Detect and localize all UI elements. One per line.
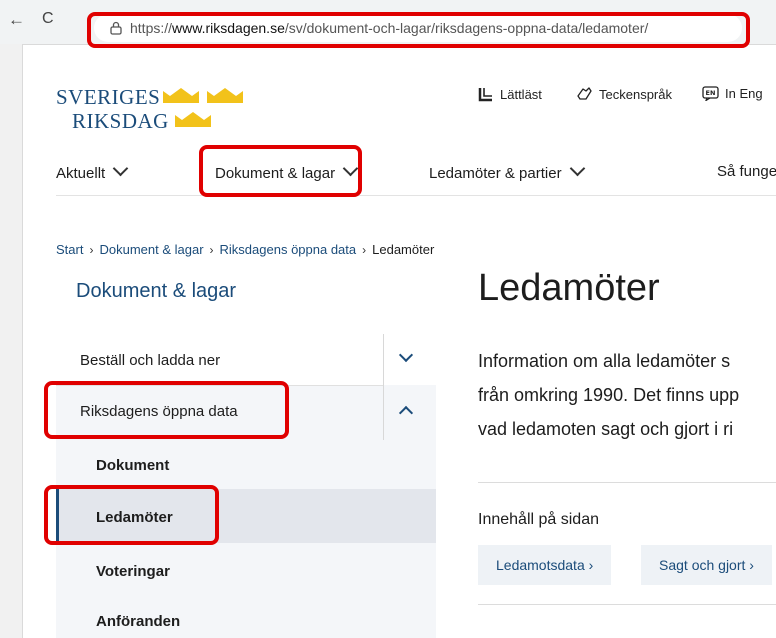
sign-language-link[interactable]: Teckenspråk (575, 86, 672, 102)
crown-icon (175, 112, 211, 127)
sidebar-divider (56, 385, 383, 386)
lead-text: Information om alla ledamöter s från omk… (478, 344, 739, 446)
nav-aktuellt-label: Aktuellt (56, 165, 106, 182)
sidebar-subitem-label: Ledamöter (96, 509, 173, 526)
content-divider (478, 604, 776, 605)
reload-button[interactable]: C (42, 10, 54, 28)
sign-language-label: Teckenspråk (599, 87, 672, 102)
breadcrumb-current: Ledamöter (372, 242, 435, 257)
lead-line: från omkring 1990. Det finns upp (478, 385, 740, 405)
easy-read-label: Lättläst (500, 87, 542, 102)
chevron-down-icon[interactable] (398, 347, 414, 363)
nav-sa-fungerar-label: Så funge (717, 163, 776, 180)
sidebar-vertical-divider (383, 334, 384, 440)
nav-aktuellt[interactable]: Aktuellt (56, 160, 129, 182)
breadcrumb-start[interactable]: Start (56, 242, 83, 257)
sidebar-subitem-label: Dokument (96, 457, 170, 474)
sidebar-item-label: Beställ och ladda ner (80, 352, 221, 369)
toc-button-ledamotsdata[interactable]: Ledamotsdata › (478, 545, 612, 585)
nav-divider (56, 195, 776, 196)
svg-text:EN: EN (706, 89, 716, 97)
lead-line: vad ledamoten sagt och gjort i ri (478, 419, 734, 439)
crowns-icon (163, 88, 243, 103)
sidebar-subitem-label: Voteringar (96, 563, 170, 580)
chevron-down-icon (112, 160, 129, 177)
language-en-icon: EN (702, 86, 719, 101)
nav-ledamoter-partier-label: Ledamöter & partier (429, 165, 562, 182)
breadcrumb-separator: › (209, 243, 214, 257)
chevron-down-icon (569, 160, 585, 177)
easy-read-icon (478, 88, 492, 102)
english-link[interactable]: EN In Eng (702, 86, 763, 101)
lead-line: Information om alla ledamöter s (478, 351, 731, 371)
page-title: Ledamöter (478, 267, 660, 309)
back-button[interactable]: ← (8, 10, 25, 30)
logo-line2: RIKSDAG (72, 109, 169, 133)
nav-dokument-lagar-label: Dokument & lagar (215, 165, 336, 182)
chevron-down-icon (342, 160, 359, 177)
web-page: SVERIGES RIKSDAG Lättläst Teckenspråk EN… (22, 44, 776, 638)
breadcrumb-separator: › (362, 243, 367, 257)
toc-button-sagt-och-gjort[interactable]: Sagt och gjort › (641, 545, 772, 585)
english-label: In Eng (725, 86, 763, 101)
toc-title: Innehåll på sidan (478, 511, 599, 528)
sidebar-active-indicator (56, 489, 59, 543)
breadcrumb-oppna-data[interactable]: Riksdagens öppna data (220, 242, 357, 257)
breadcrumb-separator: › (89, 243, 94, 257)
nav-ledamoter-partier[interactable]: Ledamöter & partier (429, 160, 585, 182)
url-host: www.riksdagen.se (172, 20, 285, 36)
lock-icon (110, 21, 122, 35)
url-text: https://www.riksdagen.se/sv/dokument-och… (130, 20, 648, 36)
address-bar[interactable]: https://www.riksdagen.se/sv/dokument-och… (94, 14, 742, 42)
sidebar-title: Dokument & lagar (76, 280, 237, 302)
breadcrumb-dokument-lagar[interactable]: Dokument & lagar (99, 242, 203, 257)
easy-read-link[interactable]: Lättläst (478, 86, 542, 102)
content-divider (478, 482, 776, 483)
sidebar-item-label: Riksdagens öppna data (80, 403, 238, 420)
browser-toolbar: ← C https://www.riksdagen.se/sv/dokument… (0, 0, 776, 44)
breadcrumb: Start › Dokument & lagar › Riksdagens öppna … (56, 242, 434, 257)
hand-icon (577, 87, 592, 100)
nav-dokument-lagar[interactable]: Dokument & lagar (215, 160, 359, 182)
url-scheme: https:// (130, 20, 173, 36)
sidebar-subitem-label: Anföranden (96, 613, 181, 630)
logo-line1: SVERIGES (56, 85, 161, 109)
nav-sa-fungerar[interactable]: Så funge (717, 163, 776, 180)
url-path: /sv/dokument-och-lagar/riksdagens-oppna-… (284, 20, 649, 36)
